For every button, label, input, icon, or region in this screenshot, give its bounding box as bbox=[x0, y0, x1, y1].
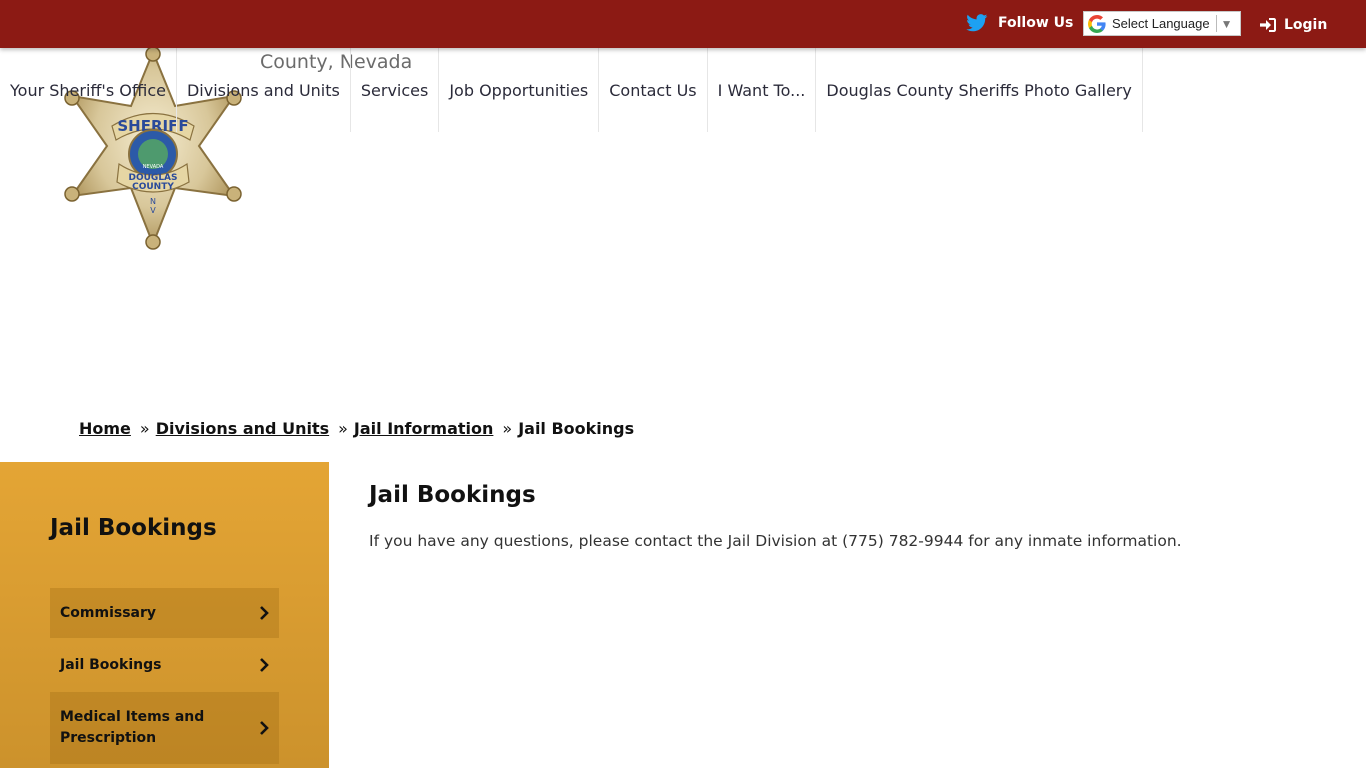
main-nav: Your Sheriff's Office Divisions and Unit… bbox=[0, 48, 1143, 132]
breadcrumb-current: Jail Bookings bbox=[518, 419, 635, 438]
sidebar-item-medical-items[interactable]: Medical Items and Prescription bbox=[50, 692, 279, 764]
chevron-right-icon bbox=[260, 658, 269, 672]
breadcrumb-separator: » bbox=[502, 419, 513, 438]
sidebar-item-label: Commissary bbox=[60, 604, 157, 621]
chevron-right-icon bbox=[260, 721, 269, 735]
top-bar: Follow Us Select Language ▼ Login bbox=[0, 0, 1366, 48]
page-intro-text: If you have any questions, please contac… bbox=[369, 532, 1182, 550]
sidebar-title: Jail Bookings bbox=[50, 515, 217, 541]
nav-item-your-sheriffs-office[interactable]: Your Sheriff's Office bbox=[0, 48, 177, 132]
chevron-right-icon bbox=[260, 606, 269, 620]
dropdown-arrow-icon: ▼ bbox=[1220, 16, 1233, 31]
sidebar-item-label: Medical Items and Prescription bbox=[60, 709, 205, 746]
follow-us-label: Follow Us bbox=[998, 15, 1074, 31]
nav-item-services[interactable]: Services bbox=[351, 48, 440, 132]
language-select[interactable]: Select Language ▼ bbox=[1083, 11, 1241, 36]
sidebar: Jail Bookings Commissary Jail Bookings M… bbox=[0, 462, 329, 768]
nav-item-i-want-to[interactable]: I Want To... bbox=[708, 48, 817, 132]
page-title: Jail Bookings bbox=[369, 482, 536, 508]
badge-n-text: N bbox=[150, 197, 156, 206]
language-divider bbox=[1215, 15, 1217, 32]
google-icon bbox=[1088, 14, 1106, 33]
breadcrumb-jail-information[interactable]: Jail Information bbox=[354, 419, 493, 438]
badge-county-line2: COUNTY bbox=[132, 182, 174, 192]
sign-in-icon bbox=[1260, 18, 1276, 32]
nav-item-divisions-and-units[interactable]: Divisions and Units bbox=[177, 48, 351, 132]
breadcrumb: Home » Divisions and Units » Jail Inform… bbox=[79, 419, 634, 438]
sidebar-item-commissary[interactable]: Commissary bbox=[50, 588, 279, 638]
sidebar-item-label: Jail Bookings bbox=[60, 656, 162, 673]
breadcrumb-separator: » bbox=[338, 419, 348, 438]
breadcrumb-divisions[interactable]: Divisions and Units bbox=[156, 419, 329, 438]
nav-item-job-opportunities[interactable]: Job Opportunities bbox=[439, 48, 600, 132]
badge-state-text: NEVADA bbox=[143, 164, 164, 170]
sidebar-item-jail-bookings[interactable]: Jail Bookings bbox=[50, 640, 279, 690]
breadcrumb-home[interactable]: Home bbox=[79, 419, 131, 438]
sidebar-menu: Commissary Jail Bookings Medical Items a… bbox=[50, 588, 279, 766]
nav-item-photo-gallery[interactable]: Douglas County Sheriffs Photo Gallery bbox=[816, 48, 1143, 132]
follow-us-link[interactable]: Follow Us bbox=[966, 12, 1073, 34]
twitter-icon bbox=[966, 14, 988, 32]
breadcrumb-separator: » bbox=[139, 419, 150, 438]
login-label: Login bbox=[1284, 17, 1328, 33]
language-label: Select Language bbox=[1112, 16, 1210, 31]
badge-v-text: V bbox=[150, 206, 156, 215]
login-link[interactable]: Login bbox=[1260, 14, 1327, 36]
nav-item-contact-us[interactable]: Contact Us bbox=[599, 48, 708, 132]
